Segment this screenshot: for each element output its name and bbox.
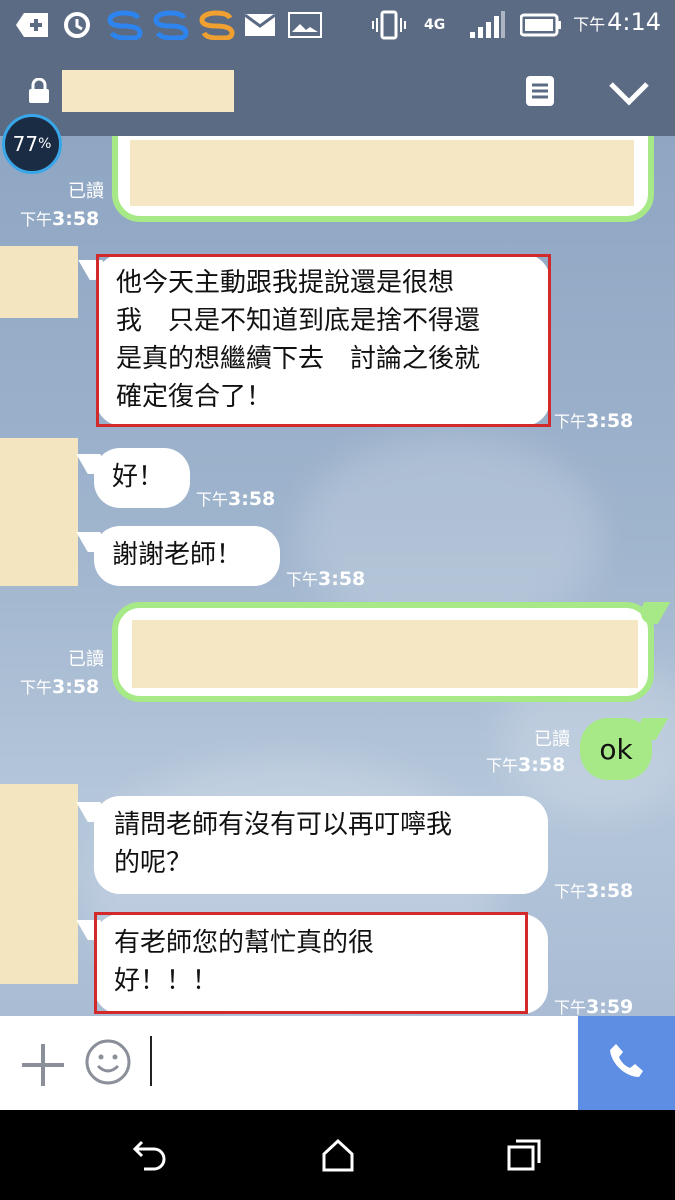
message-text: 好！ (112, 462, 165, 492)
read-receipt: 已讀 (534, 729, 570, 750)
phone-icon (607, 1041, 647, 1085)
message-time: 下午3:58 (486, 754, 566, 776)
add-box-icon (16, 10, 50, 40)
plus-icon[interactable] (20, 1042, 66, 1092)
message-input-bar (0, 1016, 675, 1110)
emoji-icon[interactable] (84, 1038, 132, 1090)
s-app-orange-icon (198, 10, 236, 40)
signal-icon (468, 10, 506, 40)
note-icon[interactable] (524, 74, 556, 112)
read-receipt: 已讀 (68, 649, 104, 670)
recent-apps-icon[interactable] (506, 1138, 542, 1176)
call-button[interactable] (578, 1016, 675, 1110)
message-text: ok (599, 732, 633, 766)
read-receipt: 已讀 (68, 181, 104, 202)
message-text: 謝謝老師！ (112, 540, 243, 570)
message-time: 下午3:59 (554, 996, 634, 1016)
sync-icon (62, 10, 92, 40)
lock-icon (28, 77, 50, 108)
incoming-message[interactable]: 好！ (94, 448, 190, 508)
message-time: 下午3:58 (20, 208, 100, 230)
memory-badge[interactable]: 77% (2, 114, 62, 174)
highlight-box (94, 912, 528, 1014)
outgoing-message-redacted[interactable] (112, 602, 654, 702)
chat-header (0, 50, 675, 136)
vibrate-icon (372, 10, 406, 40)
chat-title-redacted (62, 70, 234, 112)
incoming-message[interactable]: 謝謝老師！ (94, 526, 280, 586)
text-input[interactable] (150, 1036, 152, 1086)
system-nav-bar (0, 1110, 675, 1200)
avatar[interactable] (0, 246, 78, 318)
network-type: 4G (424, 17, 446, 33)
message-text-line: 請問老師有沒有可以再叮嚀我 (114, 810, 453, 840)
chat-area[interactable]: 已讀 下午3:58 他今天主動跟我提說還是很想 我 只是不知道到底是捨不得還 是… (0, 136, 675, 1016)
chevron-down-icon[interactable] (608, 80, 650, 110)
incoming-message[interactable]: 請問老師有沒有可以再叮嚀我 的呢？ (94, 796, 548, 894)
message-time: 下午3:58 (554, 410, 634, 432)
redacted-content (130, 140, 634, 206)
redacted-content (132, 620, 638, 688)
avatar[interactable] (0, 438, 78, 586)
message-time: 下午3:58 (20, 676, 100, 698)
message-time: 下午3:58 (554, 880, 634, 902)
image-icon (288, 10, 322, 40)
clock: 下午4:14 (573, 8, 661, 36)
status-bar: 4G 下午4:14 (0, 0, 675, 50)
message-time: 下午3:58 (196, 488, 276, 510)
s-app-blue-icon (106, 10, 144, 40)
outgoing-message-redacted[interactable] (112, 136, 654, 222)
home-icon[interactable] (320, 1138, 356, 1176)
back-icon[interactable] (132, 1138, 168, 1176)
battery-icon (520, 10, 562, 40)
s-app-blue-icon (152, 10, 190, 40)
message-text-line: 的呢？ (114, 848, 193, 878)
mail-icon (244, 10, 276, 40)
avatar[interactable] (0, 784, 78, 984)
message-time: 下午3:58 (286, 568, 366, 590)
highlight-box (96, 254, 551, 427)
